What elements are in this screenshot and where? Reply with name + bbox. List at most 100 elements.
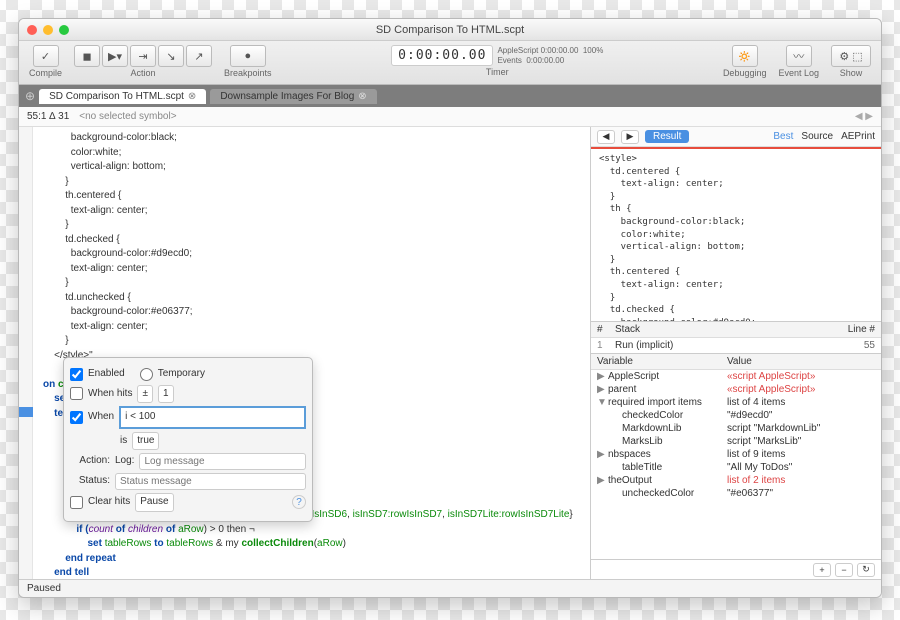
- titlebar: SD Comparison To HTML.scpt: [19, 19, 881, 41]
- code-line: background-color:black;: [43, 131, 582, 146]
- close-tab-icon[interactable]: ⊗: [188, 91, 196, 102]
- col-header: #: [597, 324, 615, 335]
- result-view[interactable]: <style> td.centered { text-align: center…: [591, 147, 881, 322]
- log-input[interactable]: [139, 453, 306, 470]
- bool-select[interactable]: true: [132, 432, 159, 451]
- remove-button[interactable]: −: [835, 563, 853, 577]
- tab-label: Downsample Images For Blog: [220, 91, 354, 102]
- col-header: Variable: [597, 356, 727, 367]
- show-button[interactable]: ⚙ ⬚: [831, 45, 871, 67]
- tab-active[interactable]: SD Comparison To HTML.scpt ⊗: [39, 89, 206, 104]
- tab-source[interactable]: Source: [801, 131, 833, 142]
- content: background-color:black; color:white; ver…: [19, 127, 881, 579]
- variable-row[interactable]: ▶nbspaceslist of 9 items: [591, 448, 881, 461]
- toolbar: ✓Compile ◼ ▶▾ ⇥ ↘ ↗ Action ●Breakpoints …: [19, 41, 881, 85]
- window-controls: [27, 25, 69, 35]
- status-text: Paused: [27, 583, 61, 594]
- gutter: [19, 127, 33, 579]
- code-line: background-color:#e06377;: [43, 305, 582, 320]
- back-button[interactable]: ◀: [597, 130, 615, 144]
- code-line: end repeat: [43, 552, 582, 567]
- code-line: td.checked {: [43, 233, 582, 248]
- toolbar-label: Compile: [29, 68, 62, 78]
- variable-row[interactable]: MarkdownLibscript "MarkdownLib": [591, 422, 881, 435]
- status-input[interactable]: [115, 473, 306, 490]
- refresh-button[interactable]: ↻: [857, 563, 875, 577]
- label: Temporary: [158, 367, 205, 382]
- enabled-checkbox[interactable]: [70, 368, 83, 381]
- code-line: vertical-align: bottom;: [43, 160, 582, 175]
- variable-row[interactable]: ▶AppleScript«script AppleScript»: [591, 370, 881, 383]
- close-icon[interactable]: [27, 25, 37, 35]
- step-out-button[interactable]: ↗: [186, 45, 212, 67]
- variables-pane: VariableValue ▶AppleScript«script AppleS…: [591, 354, 881, 559]
- code-line: td.unchecked {: [43, 291, 582, 306]
- label: is: [120, 434, 127, 449]
- tab-aeprint[interactable]: AEPrint: [841, 131, 875, 142]
- variable-row[interactable]: ▶parent«script AppleScript»: [591, 383, 881, 396]
- eventlog-button[interactable]: 〰: [786, 45, 812, 67]
- timer-display: 0:00:00.00: [391, 45, 493, 66]
- fwd-button[interactable]: ▶: [621, 130, 639, 144]
- when-checkbox[interactable]: [70, 411, 83, 424]
- stop-button[interactable]: ◼: [74, 45, 100, 67]
- hitval-stepper[interactable]: 1: [158, 385, 174, 404]
- tab-label: SD Comparison To HTML.scpt: [49, 91, 184, 102]
- toolbar-label: Action: [131, 68, 156, 78]
- col-header: Line #: [848, 324, 875, 335]
- label: Clear hits: [88, 495, 130, 510]
- status-bar: Paused: [19, 579, 881, 597]
- result-pill[interactable]: Result: [645, 130, 689, 143]
- result-toolbar: ◀ ▶ Result Best Source AEPrint: [591, 127, 881, 147]
- variable-row[interactable]: checkedColor"#d9ecd0": [591, 409, 881, 422]
- close-tab-icon[interactable]: ⊗: [358, 91, 366, 102]
- code-editor[interactable]: background-color:black; color:white; ver…: [19, 127, 591, 579]
- code-line: background-color:#d9ecd0;: [43, 247, 582, 262]
- label: Enabled: [88, 367, 125, 382]
- variable-row[interactable]: ▶theOutputlist of 2 items: [591, 474, 881, 487]
- label: Action:: [70, 454, 110, 469]
- code-line: }: [43, 218, 582, 233]
- compile-button[interactable]: ✓: [33, 45, 59, 67]
- code-line: }: [43, 175, 582, 190]
- code-line: th.centered {: [43, 189, 582, 204]
- nav-bar: 55:1 ∆ 31 <no selected symbol> ◀ ▶: [19, 107, 881, 127]
- code-line: }: [43, 334, 582, 349]
- debugging-button[interactable]: 🔅: [732, 45, 758, 67]
- label: When: [88, 410, 114, 425]
- run-button[interactable]: ▶▾: [102, 45, 128, 67]
- condition-input[interactable]: i < 100: [119, 406, 306, 429]
- symbol-popup[interactable]: <no selected symbol>: [79, 111, 176, 122]
- breakpoint-marker[interactable]: [19, 407, 33, 417]
- toolbar-label: Breakpoints: [224, 68, 272, 78]
- col-header: Stack: [615, 324, 640, 335]
- stack-row[interactable]: 1Run (implicit)55: [591, 338, 881, 353]
- breakpoints-button[interactable]: ●: [230, 45, 266, 67]
- step-button[interactable]: ⇥: [130, 45, 156, 67]
- variable-row[interactable]: MarksLibscript "MarksLib": [591, 435, 881, 448]
- minimize-icon[interactable]: [43, 25, 53, 35]
- inspector: ◀ ▶ Result Best Source AEPrint <style> t…: [591, 127, 881, 579]
- hitop-select[interactable]: ±: [137, 385, 153, 404]
- zoom-icon[interactable]: [59, 25, 69, 35]
- vars-footer: + − ↻: [591, 559, 881, 579]
- variable-row[interactable]: uncheckedColor"#e06377": [591, 487, 881, 500]
- label: Log:: [115, 454, 134, 469]
- code-line: text-align: center;: [43, 262, 582, 277]
- breakpoint-popover: Enabled Temporary When hits ± 1 When i <…: [63, 357, 313, 522]
- temporary-radio[interactable]: [140, 368, 153, 381]
- clearhits-checkbox[interactable]: [70, 496, 83, 509]
- variable-row[interactable]: tableTitle"All My ToDos": [591, 461, 881, 474]
- variable-row[interactable]: ▼required import itemslist of 4 items: [591, 396, 881, 409]
- whenhits-checkbox[interactable]: [70, 387, 83, 400]
- pause-select[interactable]: Pause: [135, 493, 173, 512]
- toolbar-label: Show: [840, 68, 863, 78]
- tab-best[interactable]: Best: [773, 131, 793, 142]
- add-tab-icon[interactable]: ⊕: [25, 89, 35, 103]
- add-button[interactable]: +: [813, 563, 831, 577]
- nav-arrows[interactable]: ◀ ▶: [855, 111, 873, 122]
- step-into-button[interactable]: ↘: [158, 45, 184, 67]
- help-icon[interactable]: ?: [292, 495, 306, 509]
- toolbar-label: Debugging: [723, 68, 767, 78]
- tab-inactive[interactable]: Downsample Images For Blog ⊗: [210, 89, 376, 104]
